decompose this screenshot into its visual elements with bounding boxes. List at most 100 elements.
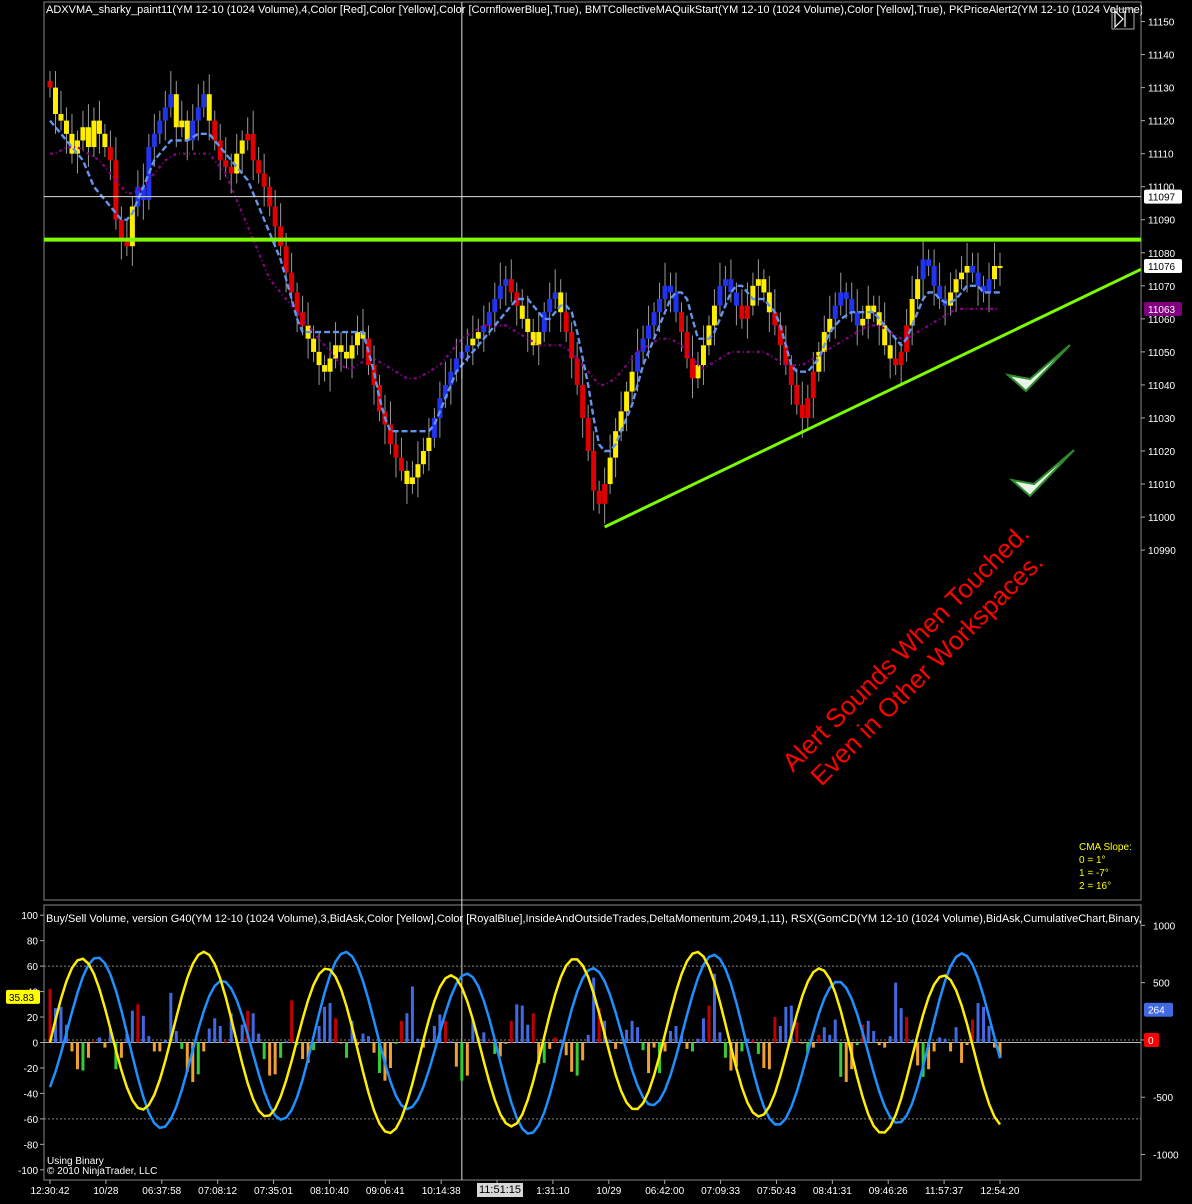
left-tick-label: 60: [27, 962, 39, 973]
volume-histogram-bar: [520, 1005, 524, 1043]
candle-body: [975, 272, 981, 286]
x-tick-label: 1:31:10: [536, 1186, 570, 1197]
price-tick-label: 11080: [1148, 249, 1176, 260]
candle-body: [739, 305, 745, 319]
volume-histogram-bar: [432, 1025, 436, 1043]
volume-histogram-bar: [586, 1034, 590, 1043]
candle-body: [997, 265, 1003, 268]
candle-body: [157, 120, 163, 134]
volume-histogram-bar: [86, 1042, 90, 1058]
volume-histogram-bar: [916, 1042, 920, 1066]
volume-histogram-bar: [213, 1018, 217, 1043]
candle-body: [992, 265, 998, 280]
candle-body: [854, 312, 860, 326]
volume-histogram-bar: [762, 1042, 766, 1068]
candle-body: [475, 332, 481, 339]
candle-body: [190, 120, 196, 141]
volume-histogram-bar: [70, 1042, 74, 1052]
price-tick-label: 11070: [1148, 282, 1176, 293]
candle-body: [63, 120, 69, 134]
candle-body: [893, 358, 899, 366]
volume-histogram-bar: [218, 1025, 222, 1043]
cma-slope-line: 1 = -7°: [1079, 868, 1109, 879]
right-value-badge-label: 0: [1148, 1036, 1154, 1047]
volume-histogram-bar: [487, 1041, 491, 1043]
volume-histogram-bar: [240, 1024, 244, 1043]
candle-body: [195, 107, 201, 121]
x-tick-label: 06:37:58: [142, 1186, 181, 1197]
candle-body: [585, 417, 591, 451]
candle-body: [695, 365, 701, 379]
volume-histogram-bar: [202, 1042, 206, 1052]
candle-body: [508, 279, 514, 293]
candle-body: [926, 259, 932, 266]
volume-histogram-bar: [636, 1027, 640, 1043]
candle-body: [607, 457, 613, 485]
candle-body: [569, 332, 575, 359]
candle-body: [168, 94, 174, 108]
candle-body: [464, 345, 470, 352]
candle-body: [239, 140, 245, 154]
price-tick-label: 11030: [1148, 414, 1176, 425]
volume-histogram-bar: [119, 1042, 123, 1058]
candle-body: [920, 259, 926, 280]
volume-histogram-bar: [262, 1042, 266, 1060]
candle-body: [843, 292, 849, 300]
candle-body: [657, 299, 663, 313]
candle-body: [223, 160, 229, 167]
volume-histogram-bar: [608, 1039, 612, 1043]
volume-histogram-bar: [559, 1039, 563, 1043]
right-tick-label: -500: [1153, 1093, 1173, 1104]
x-tick-label: 10:14:38: [422, 1186, 461, 1197]
candle-body: [931, 265, 937, 286]
volume-histogram-bar: [575, 1042, 579, 1076]
volume-histogram-bar: [800, 1042, 804, 1044]
crosshair-time-tag: 11:51:15: [477, 1183, 524, 1197]
volume-histogram-bar: [443, 1020, 447, 1043]
volume-histogram-bar: [828, 1034, 832, 1043]
left-value-badge-label: 35.83: [9, 993, 34, 1004]
candle-body: [47, 80, 53, 88]
candle-body: [420, 451, 426, 465]
right-value-badge-label: 264: [1148, 1006, 1165, 1017]
volume-histogram-bar: [548, 1042, 552, 1049]
left-tick-label: 100: [21, 911, 38, 922]
volume-histogram-bar: [701, 1018, 705, 1043]
volume-histogram-bar: [361, 1033, 365, 1043]
volume-histogram-bar: [718, 1032, 722, 1043]
candle-body: [887, 345, 893, 359]
candle-body: [970, 265, 976, 273]
volume-histogram-bar: [630, 1020, 634, 1043]
candle-body: [635, 351, 641, 372]
volume-histogram-bar: [707, 1005, 711, 1043]
volume-histogram-bar: [257, 1033, 261, 1043]
volume-histogram-bar: [690, 1042, 694, 1052]
volume-histogram-bar: [328, 1003, 332, 1043]
candle-body: [162, 107, 168, 121]
volume-histogram-bar: [866, 1020, 870, 1043]
x-tick-label: 10/28: [93, 1186, 118, 1197]
price-tick-label: 10990: [1148, 546, 1176, 557]
volume-histogram-bar: [652, 1042, 656, 1048]
volume-histogram-bar: [224, 1041, 228, 1043]
x-tick-label: 12:54:20: [981, 1186, 1020, 1197]
volume-histogram-bar: [334, 1018, 338, 1043]
volume-histogram-bar: [366, 1036, 370, 1043]
candle-body: [761, 279, 767, 293]
candle-body: [349, 345, 355, 359]
candle-body: [733, 292, 739, 306]
maximize-icon[interactable]: [1111, 8, 1135, 30]
volume-histogram-bar: [619, 1042, 623, 1044]
candle-body: [245, 133, 251, 141]
cma-slope-title: CMA Slope:: [1079, 842, 1132, 853]
candle-body: [272, 206, 278, 227]
candle-body: [261, 173, 267, 187]
candle-body: [58, 114, 64, 121]
volume-histogram-bar: [669, 1031, 673, 1043]
left-tick-label: -60: [24, 1115, 39, 1126]
candle-body: [679, 312, 685, 333]
candle-body: [107, 147, 113, 161]
candle-body: [102, 133, 108, 148]
volume-histogram-bar: [290, 1000, 294, 1043]
candle-body: [805, 398, 811, 418]
